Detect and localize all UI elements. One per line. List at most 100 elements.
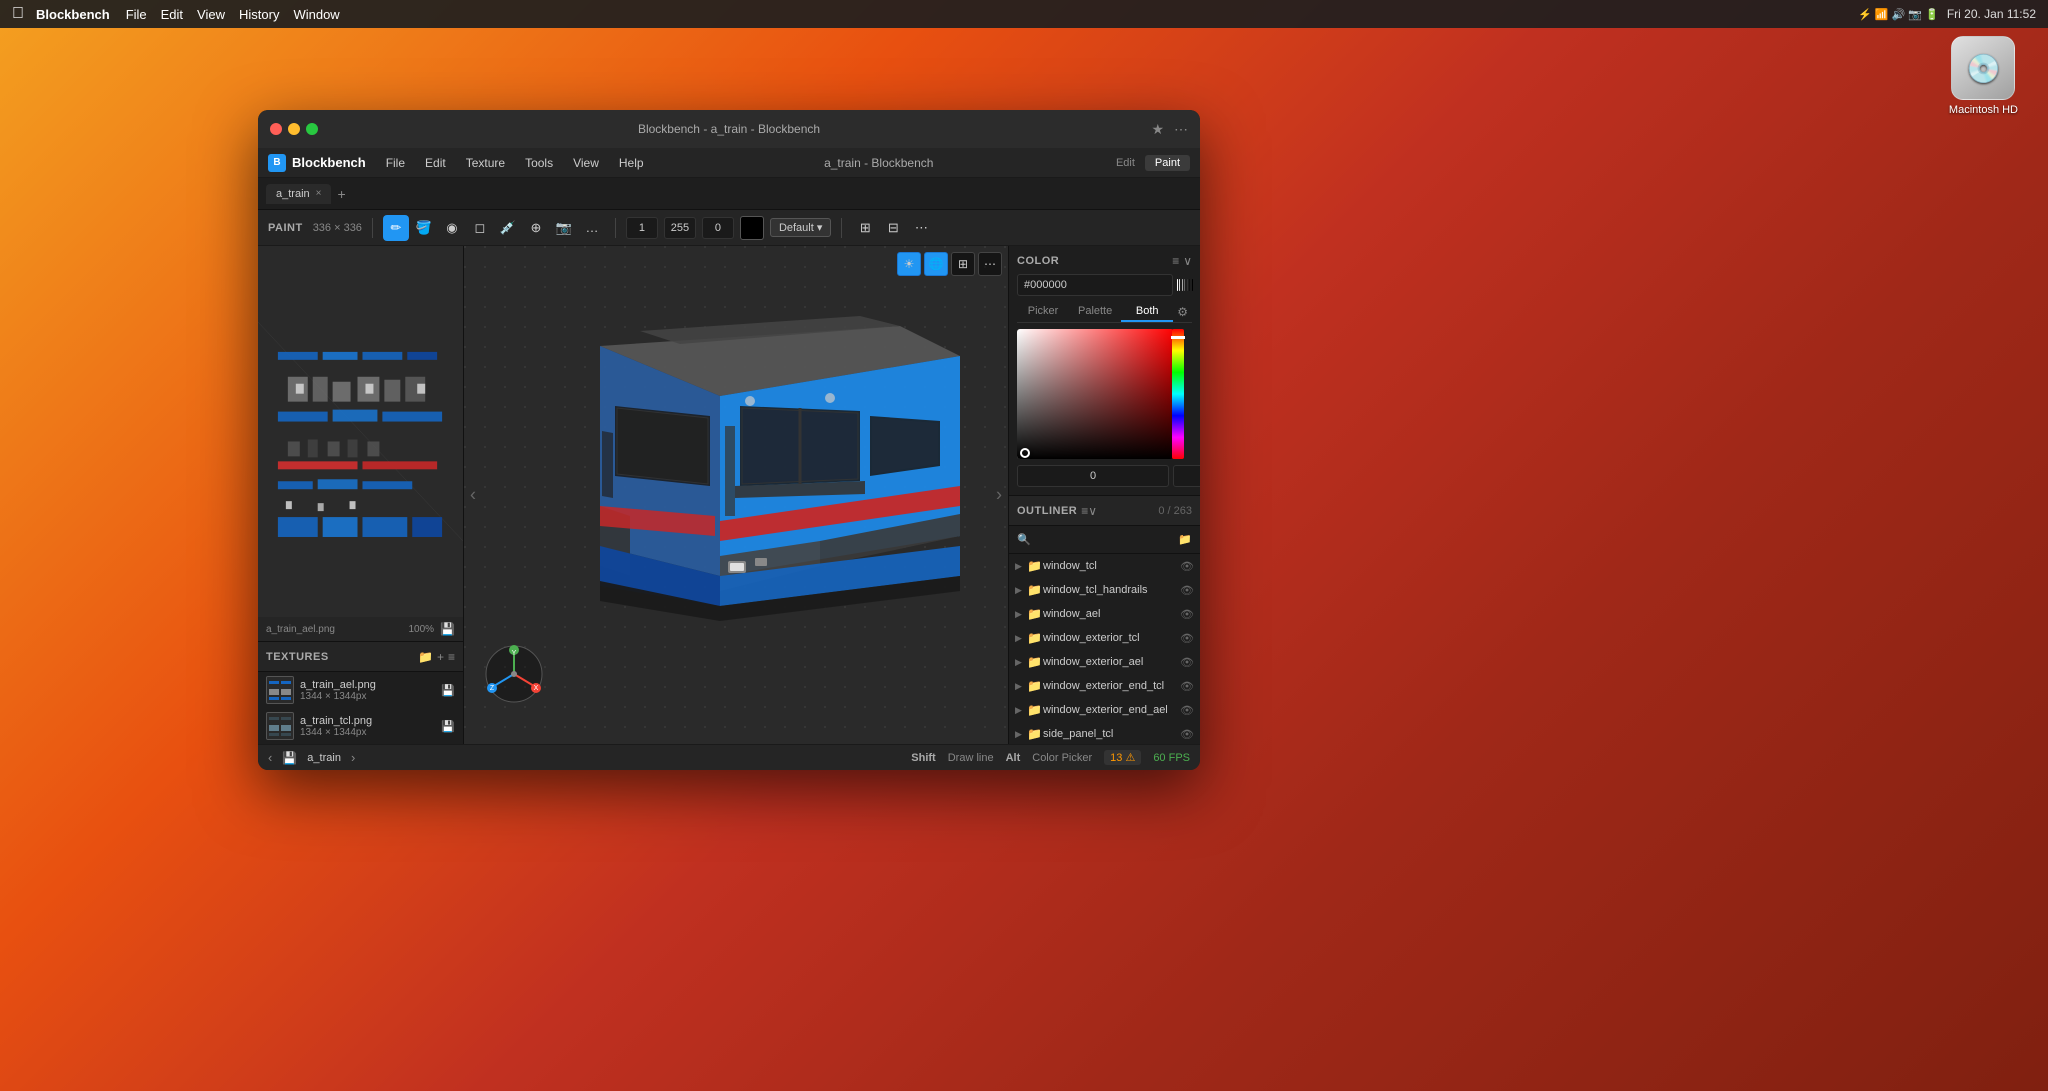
texture-more-btn[interactable]: ≡: [448, 650, 455, 664]
texture-dims-tcl: 1344 × 1344px: [300, 727, 435, 738]
gradient-tool[interactable]: ◉: [439, 215, 465, 241]
toolbar-sep-3: [841, 218, 842, 238]
texture-canvas-area[interactable]: [258, 246, 463, 617]
color-tab-palette[interactable]: Palette: [1069, 302, 1121, 322]
blend-mode-btn[interactable]: Default ▾: [770, 218, 831, 237]
menu-file[interactable]: File: [126, 7, 147, 22]
tab-edit[interactable]: Edit: [1106, 155, 1145, 171]
texture-thumb-ael: [266, 676, 294, 704]
menu-history[interactable]: History: [239, 7, 279, 22]
outliner-item-window-exterior-end-tcl[interactable]: ▶ 📁 window_exterior_end_tcl 👁: [1009, 674, 1200, 698]
close-button[interactable]: [270, 123, 282, 135]
texture-item-ael[interactable]: a_train_ael.png 1344 × 1344px 💾: [258, 672, 463, 708]
menu-edit[interactable]: Edit: [417, 154, 454, 172]
copy-texture-tool[interactable]: 📷: [551, 215, 577, 241]
outliner-section: OUTLINER ≡ ∨ 0 / 263 🔍 📁 ▶ 📁 win: [1009, 496, 1200, 744]
apple-menu[interactable]: : [12, 5, 24, 23]
color-collapse-btn[interactable]: ∨: [1183, 254, 1192, 268]
brush-softness-input[interactable]: 0: [702, 217, 734, 239]
color-tab-picker[interactable]: Picker: [1017, 302, 1069, 322]
menu-tools[interactable]: Tools: [517, 154, 561, 172]
tab-a-train[interactable]: a_train ×: [266, 184, 331, 204]
canvas-save-icon[interactable]: 💾: [440, 622, 455, 636]
svg-text:X: X: [534, 685, 539, 692]
color-tab-both[interactable]: Both: [1121, 302, 1173, 322]
texture-thumb-tcl: [266, 712, 294, 740]
texture-item-tcl[interactable]: a_train_tcl.png 1344 × 1344px 💾: [258, 708, 463, 744]
clone-tool[interactable]: ⊕: [523, 215, 549, 241]
visibility-icon[interactable]: 👁: [1180, 728, 1194, 741]
outliner-item-window-tcl[interactable]: ▶ 📁 window_tcl 👁: [1009, 554, 1200, 578]
star-icon[interactable]: ★: [1151, 121, 1164, 138]
outliner-item-window-ael[interactable]: ▶ 📁 window_ael 👁: [1009, 602, 1200, 626]
eyedropper-tool[interactable]: 💉: [495, 215, 521, 241]
desktop-macintosh-hd[interactable]: 💿 Macintosh HD: [1949, 36, 2018, 116]
more-options-btn[interactable]: ⋯: [908, 215, 934, 241]
more-icon[interactable]: ⋯: [1174, 121, 1188, 138]
red-input[interactable]: [1017, 465, 1169, 487]
outliner-item-window-exterior-tcl[interactable]: ▶ 📁 window_exterior_tcl 👁: [1009, 626, 1200, 650]
texture-add-btn[interactable]: +: [437, 650, 444, 664]
color-preview[interactable]: [740, 216, 764, 240]
window-title: Blockbench - a_train - Blockbench: [638, 122, 820, 136]
color-settings-btn[interactable]: ⚙: [1173, 302, 1192, 322]
hue-bar[interactable]: [1172, 329, 1184, 459]
status-nav-right[interactable]: ›: [351, 750, 355, 765]
tab-add-btn[interactable]: +: [337, 186, 345, 202]
pencil-tool[interactable]: ✏: [383, 215, 409, 241]
minimize-button[interactable]: [288, 123, 300, 135]
app-name[interactable]: Blockbench: [36, 7, 110, 22]
menu-view[interactable]: View: [565, 154, 607, 172]
3d-viewport[interactable]: ☀ 🌐 ⊞ ⋯ ‹: [464, 246, 1008, 744]
layout-btn[interactable]: ⊟: [880, 215, 906, 241]
visibility-icon[interactable]: 👁: [1180, 632, 1194, 645]
maximize-button[interactable]: [306, 123, 318, 135]
viewport-nav-left[interactable]: ‹: [470, 485, 476, 506]
visibility-icon[interactable]: 👁: [1180, 680, 1194, 693]
outliner-search-input[interactable]: [1035, 534, 1179, 546]
outliner-collapse-btn[interactable]: ∨: [1088, 504, 1097, 518]
outliner-item-window-exterior-end-ael[interactable]: ▶ 📁 window_exterior_end_ael 👁: [1009, 698, 1200, 722]
viewport-nav-right[interactable]: ›: [996, 485, 1002, 506]
tab-paint[interactable]: Paint: [1145, 155, 1190, 171]
textures-panel: TEXTURES 📁 + ≡: [258, 641, 463, 744]
train-svg: [520, 266, 1000, 666]
visibility-icon[interactable]: 👁: [1180, 584, 1194, 597]
status-nav-left[interactable]: ‹: [268, 750, 272, 765]
brush-opacity-input[interactable]: 255: [664, 217, 696, 239]
menu-texture[interactable]: Texture: [458, 154, 513, 172]
texture-name-tcl: a_train_tcl.png: [300, 715, 435, 727]
outliner-menu-btn[interactable]: ≡: [1081, 504, 1088, 518]
outliner-item-window-exterior-ael[interactable]: ▶ 📁 window_exterior_ael 👁: [1009, 650, 1200, 674]
tab-close-btn[interactable]: ×: [316, 188, 322, 199]
menu-view[interactable]: View: [197, 7, 225, 22]
menu-file[interactable]: File: [378, 154, 413, 172]
status-hints: Shift Draw line Alt Color Picker 13 ⚠ 60…: [911, 750, 1190, 765]
visibility-icon[interactable]: 👁: [1180, 656, 1194, 669]
menu-window[interactable]: Window: [293, 7, 339, 22]
menu-help[interactable]: Help: [611, 154, 652, 172]
grid-view-btn[interactable]: ⊞: [852, 215, 878, 241]
color-main-picker[interactable]: [1017, 329, 1174, 459]
texture-save-tcl[interactable]: 💾: [441, 720, 455, 733]
eraser-tool[interactable]: ◻: [467, 215, 493, 241]
visibility-icon[interactable]: 👁: [1180, 608, 1194, 621]
outliner-item-side-panel-tcl[interactable]: ▶ 📁 side_panel_tcl 👁: [1009, 722, 1200, 744]
color-menu-btn[interactable]: ≡: [1172, 254, 1179, 268]
green-input[interactable]: [1173, 465, 1200, 487]
menu-edit[interactable]: Edit: [161, 7, 183, 22]
texture-save-ael[interactable]: 💾: [441, 684, 455, 697]
texture-add-folder-btn[interactable]: 📁: [418, 650, 433, 664]
brush-size-input[interactable]: 1: [626, 217, 658, 239]
color-hex-input[interactable]: [1017, 274, 1173, 296]
texture-dims-ael: 1344 × 1344px: [300, 691, 435, 702]
outliner-item-window-tcl-handrails[interactable]: ▶ 📁 window_tcl_handrails 👁: [1009, 578, 1200, 602]
fps-display: 60 FPS: [1153, 752, 1190, 764]
more-tool[interactable]: …: [579, 215, 605, 241]
folder-icon: 📁: [1027, 679, 1043, 693]
item-name: window_exterior_end_tcl: [1043, 680, 1180, 692]
fill-tool[interactable]: 🪣: [411, 215, 437, 241]
visibility-icon[interactable]: 👁: [1180, 704, 1194, 717]
menubar-right: ⚡ 📶 🔊 📷 🔋 Fri 20. Jan 11:52: [1858, 7, 2036, 21]
visibility-icon[interactable]: 👁: [1180, 560, 1194, 573]
